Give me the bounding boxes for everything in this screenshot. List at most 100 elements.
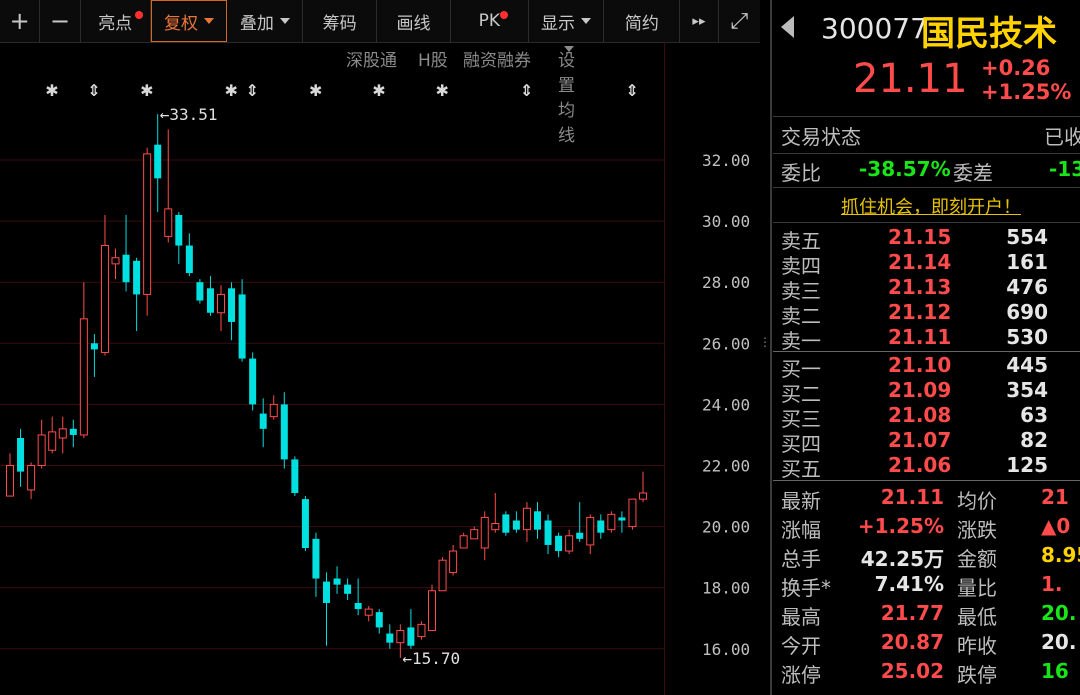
candle-body xyxy=(206,288,214,313)
stat-value: 16 xyxy=(1041,659,1069,683)
candle-body xyxy=(597,520,605,533)
fast-forward-icon: ▸▸ xyxy=(692,13,706,29)
level-price: 21.11 xyxy=(888,325,952,349)
stat-value: ▲0 xyxy=(1041,514,1071,538)
candle-body xyxy=(122,254,130,283)
notification-dot-icon xyxy=(499,11,508,19)
event-marker-icon[interactable]: ✱ xyxy=(225,81,238,100)
event-marker-icon[interactable]: ⇕ xyxy=(520,81,533,100)
level-volume: 530 xyxy=(1006,325,1048,349)
level-price: 21.08 xyxy=(888,403,952,427)
level-volume: 125 xyxy=(1006,453,1048,477)
candle xyxy=(375,609,383,634)
zoom-out-button[interactable]: − xyxy=(40,0,81,42)
display-dropdown[interactable]: 显示 xyxy=(529,0,605,42)
candle xyxy=(90,334,98,377)
event-marker-icon[interactable]: ⇕ xyxy=(625,81,638,100)
simple-mode-button[interactable]: 简约 xyxy=(604,0,681,42)
event-marker-icon[interactable]: ✱ xyxy=(436,81,449,100)
highlight-button[interactable]: 亮点 xyxy=(81,0,151,42)
caret-down-icon xyxy=(581,18,592,24)
order-diff-value: -13 xyxy=(1049,157,1080,181)
candle-body xyxy=(133,260,141,295)
candle xyxy=(133,257,141,332)
candle-body xyxy=(48,431,57,451)
stat-label: 涨跌 xyxy=(957,518,997,542)
stat-value: 21.11 xyxy=(880,485,944,509)
candle xyxy=(512,511,520,533)
back-arrow-icon[interactable] xyxy=(781,16,794,38)
plus-icon: + xyxy=(9,7,30,35)
candle xyxy=(185,233,193,277)
candle-body xyxy=(323,581,330,603)
candle xyxy=(565,529,574,555)
event-marker-icon[interactable]: ✱ xyxy=(372,81,385,100)
caret-down-icon xyxy=(204,18,215,24)
candle xyxy=(217,285,225,332)
candle xyxy=(143,147,152,316)
candle xyxy=(459,532,468,549)
stat-value: 20. xyxy=(1041,601,1077,625)
stat-label: 昨收 xyxy=(957,634,997,658)
level-price: 21.15 xyxy=(888,225,952,249)
candle-body xyxy=(249,358,257,405)
y-tick-label: 20.00 xyxy=(702,518,750,537)
event-marker-icon[interactable]: ⇕ xyxy=(246,81,259,100)
stat-label: 最低 xyxy=(957,605,997,629)
margin-trading-link[interactable]: 融资融券 xyxy=(463,46,531,71)
stat-label: 涨停 xyxy=(781,663,821,687)
h-share-link[interactable]: H股 xyxy=(418,46,448,71)
candle-body xyxy=(196,282,204,301)
pk-button[interactable]: PK xyxy=(451,0,529,42)
candle xyxy=(228,282,236,341)
y-tick-label: 22.00 xyxy=(702,457,750,476)
event-marker-icon[interactable]: ✱ xyxy=(140,81,153,100)
chips-button[interactable]: 筹码 xyxy=(303,0,378,42)
candle-body xyxy=(58,428,67,439)
level-price: 21.06 xyxy=(888,453,952,477)
candle xyxy=(480,511,489,561)
kline-chart[interactable]: ✱ ⇕ ✱ ✱ ⇕ ✱ ✱ ✱ ⇕ ⇕ 32.00 30.00 28.00 26.00 24.00 22.0… xyxy=(0,42,760,695)
candle xyxy=(249,352,257,411)
event-marker-icon[interactable]: ⇕ xyxy=(87,81,100,100)
zoom-in-button[interactable]: + xyxy=(0,0,41,42)
fullscreen-button[interactable]: ⤢ xyxy=(719,0,760,42)
display-label: 显示 xyxy=(541,13,576,34)
candle-body xyxy=(79,318,88,436)
candle-body xyxy=(534,511,541,530)
candle-body xyxy=(69,428,77,435)
candle xyxy=(534,502,541,539)
candle xyxy=(301,496,309,552)
stat-label: 最新 xyxy=(781,489,821,513)
candle-body xyxy=(480,516,489,549)
level-label: 卖一 xyxy=(781,329,821,353)
event-marker-icon[interactable]: ✱ xyxy=(45,81,58,100)
candle-body xyxy=(301,499,309,548)
adjust-rights-dropdown[interactable]: 复权 xyxy=(150,0,228,42)
candle-body xyxy=(154,144,162,179)
candle xyxy=(544,514,552,555)
candle xyxy=(344,578,352,600)
candle-body xyxy=(164,208,173,237)
stat-label: 最高 xyxy=(781,605,821,629)
candle-body xyxy=(407,627,415,646)
candle-body xyxy=(639,492,647,500)
candle-body xyxy=(17,438,25,472)
adjust-rights-label: 复权 xyxy=(164,13,199,34)
divider xyxy=(773,222,1080,223)
draw-line-button[interactable]: 画线 xyxy=(377,0,451,42)
fast-forward-button[interactable]: ▸▸ xyxy=(680,0,719,42)
overlay-dropdown[interactable]: 叠加 xyxy=(227,0,304,42)
level-volume: 82 xyxy=(1020,428,1048,452)
candle-body xyxy=(386,633,394,643)
shenzhen-connect-link[interactable]: 深股通 xyxy=(346,46,397,71)
candle xyxy=(259,398,267,448)
candle xyxy=(154,114,162,212)
candles xyxy=(6,114,647,658)
open-account-link[interactable]: 抓住机会，即刻开户！ xyxy=(841,193,1021,219)
candle-body xyxy=(428,590,436,631)
order-ratio-label: 委比 xyxy=(781,161,821,185)
candle-body xyxy=(512,520,520,530)
event-marker-icon[interactable]: ✱ xyxy=(309,81,322,100)
y-tick-label: 18.00 xyxy=(702,579,750,598)
